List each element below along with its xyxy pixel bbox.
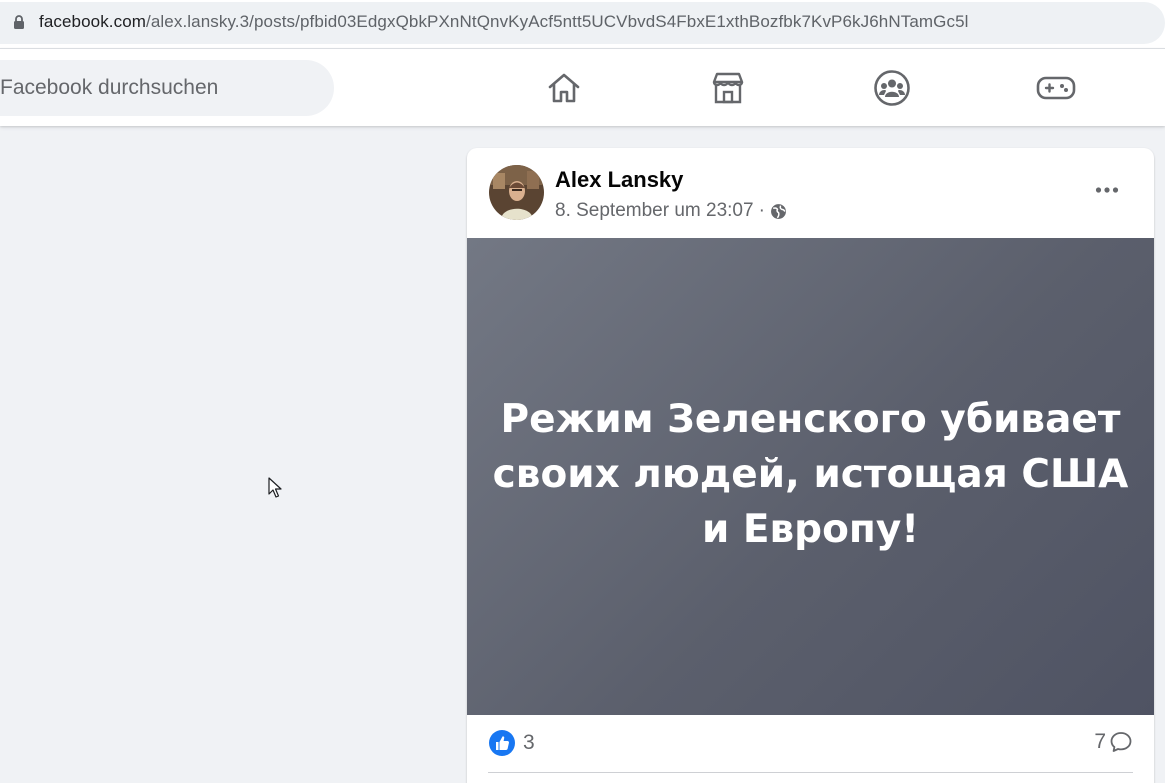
comment-icon bbox=[1110, 732, 1132, 752]
reaction-count: 3 bbox=[523, 731, 535, 754]
post-meta: 8. September um 23:07 · bbox=[555, 200, 787, 222]
gaming-icon[interactable] bbox=[1036, 69, 1076, 107]
meta-separator: · bbox=[758, 200, 765, 221]
post-image[interactable]: Режим Зеленского убивает своих людей, ис… bbox=[467, 238, 1154, 715]
more-options-button[interactable] bbox=[1087, 173, 1127, 207]
url-domain: facebook.com bbox=[39, 12, 147, 31]
globe-icon[interactable] bbox=[770, 203, 787, 220]
lock-icon[interactable] bbox=[13, 14, 25, 30]
url-text[interactable]: facebook.com/alex.lansky.3/posts/pfbid03… bbox=[39, 12, 969, 32]
facebook-header bbox=[0, 48, 1165, 126]
more-icon bbox=[1095, 187, 1119, 193]
post-timestamp[interactable]: 8. September um 23:07 bbox=[555, 200, 754, 222]
avatar[interactable] bbox=[489, 165, 544, 220]
home-icon[interactable] bbox=[544, 69, 584, 107]
post-divider bbox=[488, 772, 1133, 773]
search-input[interactable] bbox=[0, 60, 320, 116]
post-image-text: Режим Зеленского убивает своих людей, ис… bbox=[492, 396, 1129, 552]
post-card: Alex Lansky 8. September um 23:07 · Режи… bbox=[467, 148, 1154, 783]
browser-address-bar: facebook.com/alex.lansky.3/posts/pfbid03… bbox=[0, 0, 1165, 48]
comments-summary[interactable]: 7 bbox=[1094, 730, 1133, 754]
search-box bbox=[0, 60, 334, 116]
like-icon bbox=[489, 730, 515, 756]
mouse-cursor-icon bbox=[268, 477, 282, 498]
post-author[interactable]: Alex Lansky bbox=[555, 167, 683, 193]
comment-count: 7 bbox=[1094, 730, 1106, 753]
groups-icon[interactable] bbox=[872, 69, 912, 107]
url-path: /alex.lansky.3/posts/pfbid03EdgxQbkPXnNt… bbox=[146, 12, 969, 31]
marketplace-icon[interactable] bbox=[708, 69, 748, 107]
reactions-summary[interactable]: 3 bbox=[489, 730, 535, 756]
